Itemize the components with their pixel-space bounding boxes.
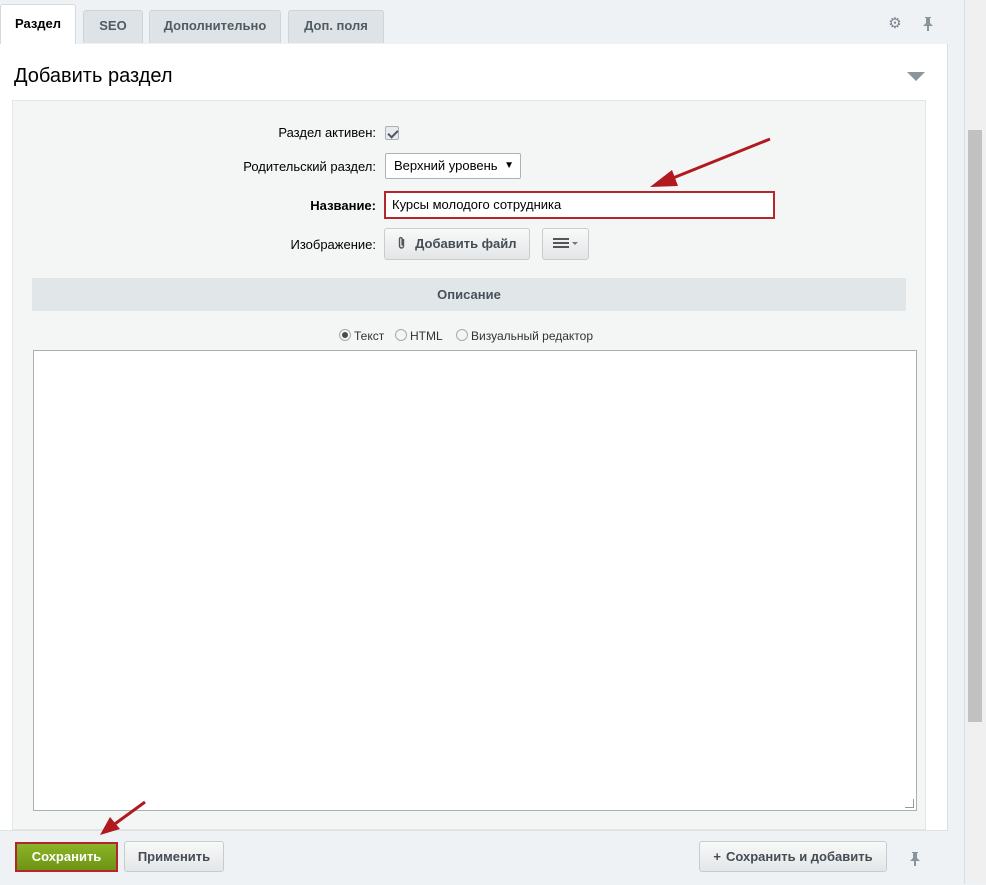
- resize-handle-icon[interactable]: [905, 799, 914, 808]
- active-label: Раздел активен:: [278, 125, 376, 140]
- file-menu-button[interactable]: [542, 228, 589, 260]
- add-file-button[interactable]: Добавить файл: [384, 228, 530, 260]
- tab-extra-fields[interactable]: Доп. поля: [288, 10, 384, 43]
- mode-html-radio[interactable]: [395, 329, 407, 341]
- mode-text-radio[interactable]: [339, 329, 351, 341]
- parent-select-value: Верхний уровень: [394, 158, 498, 173]
- name-input[interactable]: Курсы молодого сотрудника: [384, 191, 775, 219]
- active-checkbox[interactable]: [385, 126, 399, 140]
- collapse-icon[interactable]: [907, 72, 925, 81]
- mode-visual-radio[interactable]: [456, 329, 468, 341]
- tab-additional[interactable]: Дополнительно: [149, 10, 281, 43]
- vertical-scrollbar[interactable]: [964, 0, 986, 884]
- scrollbar-thumb[interactable]: [968, 130, 982, 722]
- tab-bar: Раздел SEO Дополнительно Доп. поля ⚙: [0, 0, 948, 44]
- plus-icon: +: [713, 849, 721, 864]
- mode-html-label[interactable]: HTML: [410, 329, 443, 343]
- save-and-add-label: Сохранить и добавить: [725, 849, 873, 864]
- parent-label: Родительский раздел:: [243, 159, 376, 174]
- paperclip-icon: [397, 236, 410, 251]
- dropdown-arrow-icon: ▼: [504, 160, 514, 171]
- tab-seo[interactable]: SEO: [83, 10, 143, 43]
- mode-text-label[interactable]: Текст: [354, 329, 384, 343]
- gear-icon[interactable]: ⚙: [887, 16, 903, 32]
- description-header: Описание: [32, 278, 906, 311]
- save-button[interactable]: Сохранить: [15, 842, 118, 872]
- page-title: Добавить раздел: [14, 65, 173, 87]
- image-label: Изображение:: [290, 237, 376, 252]
- footer-pin-icon[interactable]: [908, 851, 922, 871]
- apply-button[interactable]: Применить: [124, 841, 224, 872]
- description-textarea[interactable]: [33, 350, 917, 811]
- pin-icon[interactable]: [920, 16, 936, 32]
- save-and-add-button[interactable]: + Сохранить и добавить: [699, 841, 887, 872]
- add-file-label: Добавить файл: [415, 236, 517, 251]
- menu-lines-icon: [552, 236, 579, 251]
- parent-select[interactable]: Верхний уровень ▼: [385, 153, 521, 179]
- name-label: Название:: [310, 198, 376, 213]
- tab-section[interactable]: Раздел: [0, 4, 76, 44]
- mode-visual-label[interactable]: Визуальный редактор: [471, 329, 593, 343]
